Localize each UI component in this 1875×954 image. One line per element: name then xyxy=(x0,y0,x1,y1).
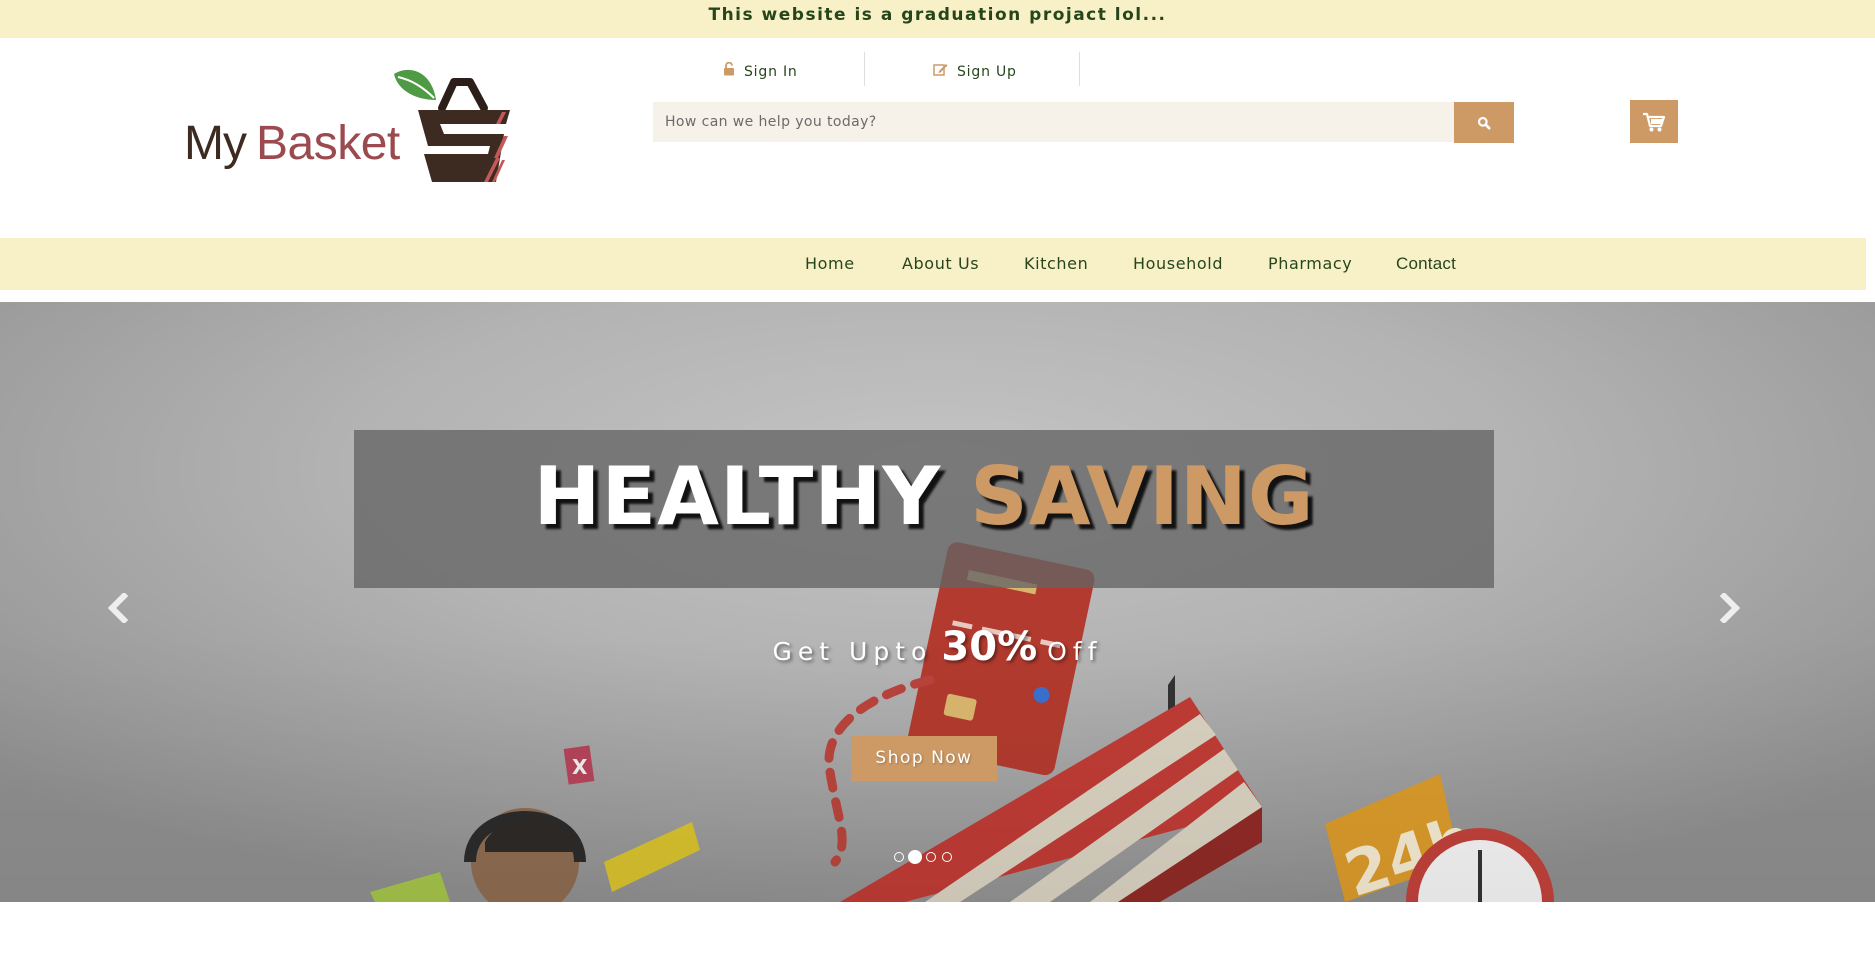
unlock-icon xyxy=(723,60,735,84)
search-icon xyxy=(1477,116,1491,129)
hero-title: HEALTHY SAVING xyxy=(354,450,1494,543)
search-input[interactable] xyxy=(653,102,1454,142)
nav-home[interactable]: Home xyxy=(805,238,855,290)
carousel-prev-button[interactable] xyxy=(98,588,138,628)
sign-in-link[interactable]: Sign In xyxy=(723,60,798,84)
hero-caption-box: HEALTHY SAVING xyxy=(354,430,1494,588)
search-button[interactable] xyxy=(1454,102,1514,143)
sign-in-label: Sign In xyxy=(744,64,798,80)
main-nav: Home About Us Kitchen Household Pharmacy… xyxy=(0,238,1866,290)
nav-contact[interactable]: Contact xyxy=(1396,238,1456,290)
chevron-right-icon xyxy=(1719,593,1741,623)
nav-household[interactable]: Household xyxy=(1133,238,1223,290)
carousel-dot-4[interactable] xyxy=(942,852,952,862)
hero-title-white: HEALTHY xyxy=(533,450,942,543)
carousel-dot-2[interactable] xyxy=(908,850,922,864)
logo-word-my: My xyxy=(184,117,247,170)
nav-pharmacy[interactable]: Pharmacy xyxy=(1268,238,1352,290)
chevron-left-icon xyxy=(107,593,129,623)
carousel-dot-3[interactable] xyxy=(926,852,936,862)
carousel-next-button[interactable] xyxy=(1710,588,1750,628)
hero-title-accent: SAVING xyxy=(970,450,1315,543)
cart-icon xyxy=(1643,112,1666,131)
hero-discount-percent: 30% xyxy=(941,624,1038,670)
site-logo[interactable]: My Basket xyxy=(180,64,520,204)
hero-overlay xyxy=(0,302,1875,902)
cart-button[interactable] xyxy=(1630,100,1678,143)
edit-icon xyxy=(933,60,948,84)
hero-subtitle: Get Upto 30% Off xyxy=(0,624,1875,670)
auth-divider xyxy=(864,52,865,86)
hero-subtitle-suffix: Off xyxy=(1047,637,1103,666)
auth-divider-right xyxy=(1079,52,1080,86)
logo-word-basket: Basket xyxy=(256,117,400,170)
sign-up-label: Sign Up xyxy=(957,64,1017,80)
sign-up-link[interactable]: Sign Up xyxy=(933,60,1017,84)
nav-about-us[interactable]: About Us xyxy=(902,238,979,290)
basket-logo-icon xyxy=(394,69,510,182)
top-banner: This website is a graduation projact lol… xyxy=(0,0,1875,38)
top-banner-text: This website is a graduation projact lol… xyxy=(708,5,1167,25)
hero-carousel: X 24h HEALTHY SAVING Get Upto 30%Off Sho… xyxy=(0,302,1875,902)
shop-now-button[interactable]: Shop Now xyxy=(851,736,997,781)
carousel-dot-1[interactable] xyxy=(894,852,904,862)
hero-subtitle-prefix: Get Upto xyxy=(772,637,933,666)
nav-kitchen[interactable]: Kitchen xyxy=(1024,238,1088,290)
